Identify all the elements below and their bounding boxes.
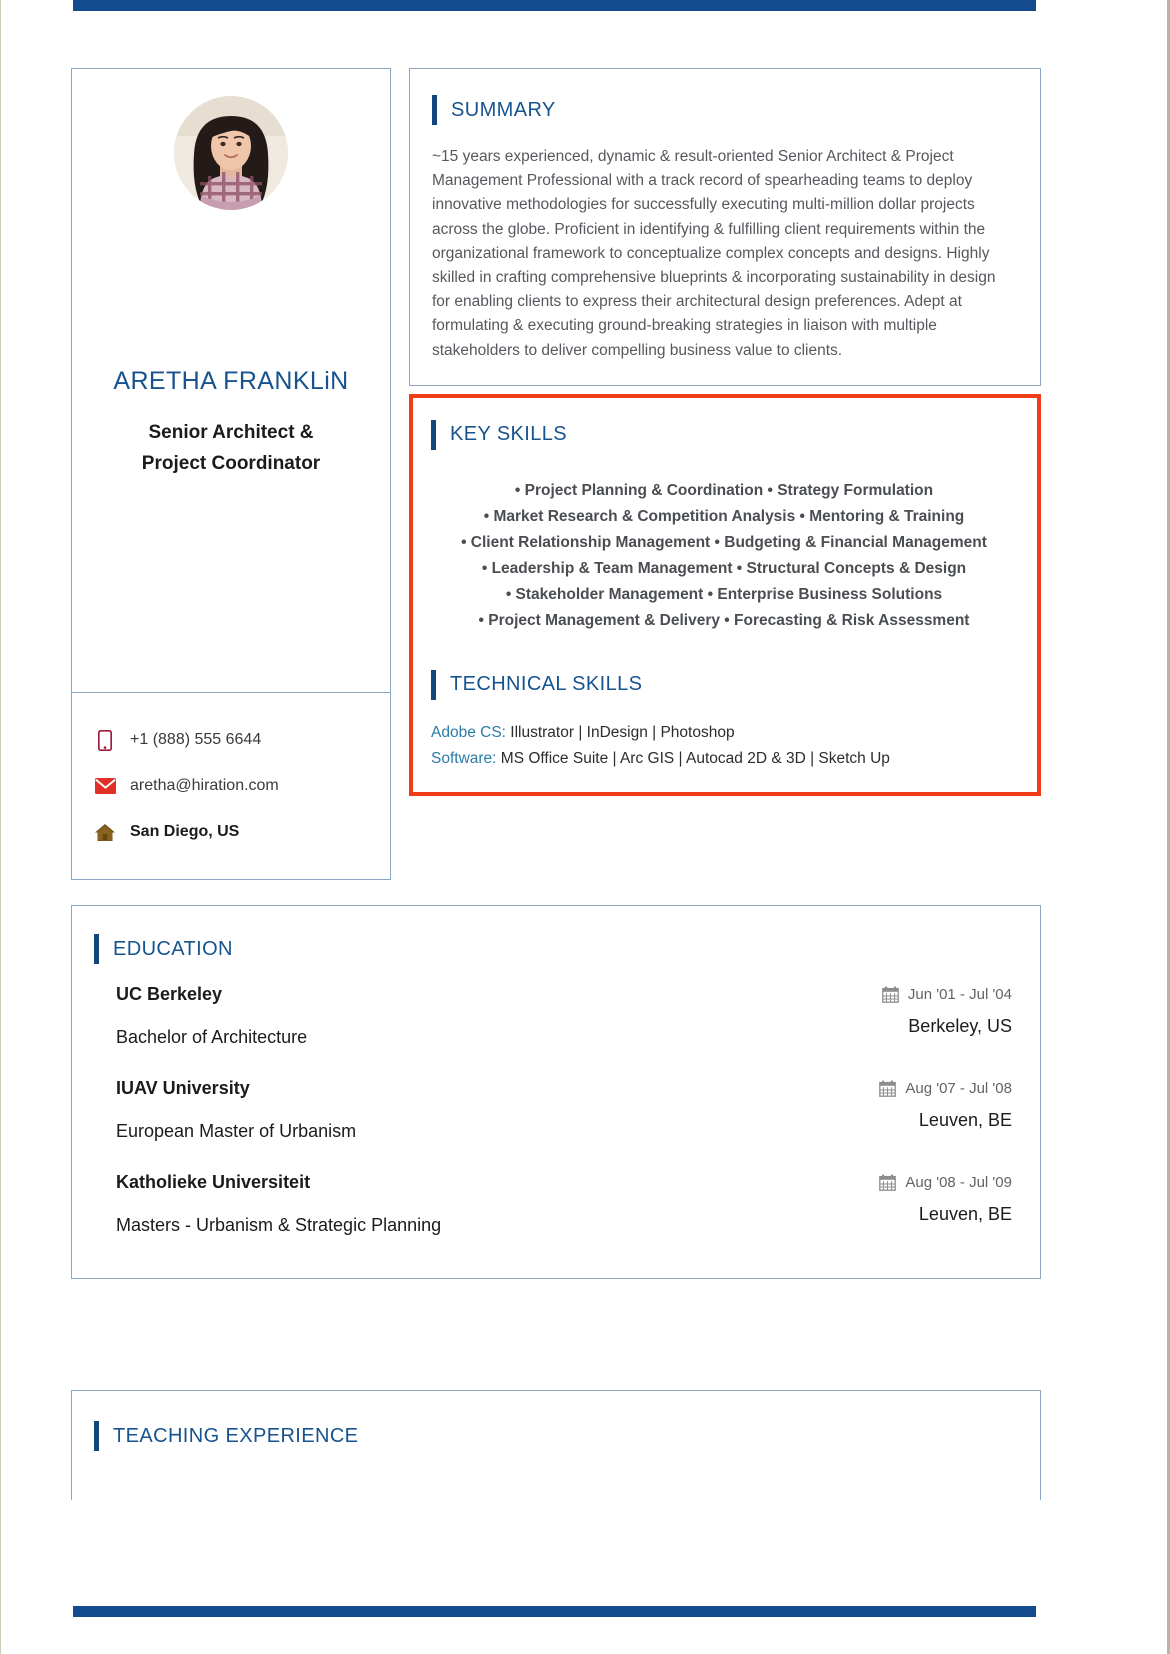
education-entry: UC Berkeley Jun '01 - Jul '04 Bachelor o… (94, 984, 1012, 1048)
contact-row-email[interactable]: aretha@hiration.com (94, 763, 390, 809)
section-accent-bar (431, 669, 436, 700)
job-title-line1: Senior Architect & (148, 422, 314, 443)
identity-card: ARETHA FRANKLiN Senior Architect & Proje… (71, 68, 391, 693)
calendar-icon (879, 1080, 897, 1097)
contact-row-phone[interactable]: +1 (888) 555 6644 (94, 717, 390, 763)
education-location: Leuven, BE (918, 1204, 1012, 1224)
section-accent-bar (431, 419, 436, 450)
photo-wrap (72, 69, 390, 210)
education-degree: Bachelor of Architecture (116, 1027, 308, 1047)
avatar (174, 96, 288, 210)
page-title: ARETHA FRANKLiN (113, 367, 349, 395)
mobile-phone-icon (94, 729, 116, 751)
education-location: Leuven, BE (918, 1110, 1012, 1130)
job-title-line2: Project Coordinator (141, 453, 321, 474)
technical-skills-heading-label: TECHNICAL SKILLS (450, 673, 643, 696)
key-skills-heading: KEY SKILLS (431, 419, 1017, 450)
education-date: Jun '01 - Jul '04 (882, 986, 1012, 1003)
technical-skills-value: MS Office Suite | Arc GIS | Autocad 2D &… (496, 749, 890, 767)
key-skills-line: • Stakeholder Management • Enterprise Bu… (505, 585, 943, 603)
phone-value: +1 (888) 555 6644 (130, 731, 262, 748)
key-skills-list: • Project Planning & Coordination • Stra… (431, 470, 1017, 638)
education-degree: European Master of Urbanism (116, 1121, 357, 1141)
key-skills-line: • Project Planning & Coordination • Stra… (514, 481, 934, 499)
key-skills-heading-label: KEY SKILLS (450, 423, 568, 446)
education-entry-header: UC Berkeley Jun '01 - Jul '04 (94, 984, 1012, 1005)
technical-skills-row: Adobe CS: Illustrator | InDesign | Photo… (431, 720, 1017, 746)
education-date: Aug '07 - Jul '08 (879, 1080, 1012, 1097)
teaching-heading: TEACHING EXPERIENCE (94, 1421, 1012, 1451)
education-entry-sub: Bachelor of Architecture Berkeley, US (94, 1005, 1012, 1048)
job-title: Senior Architect & Project Coordinator (72, 417, 390, 479)
technical-skills-row: Software: MS Office Suite | Arc GIS | Au… (431, 746, 1017, 772)
upper-section: ARETHA FRANKLiN Senior Architect & Proje… (71, 68, 1041, 880)
education-entry-sub: Masters - Urbanism & Strategic Planning … (94, 1193, 1012, 1236)
teaching-experience-card: TEACHING EXPERIENCE (71, 1390, 1041, 1500)
education-entry: IUAV University Aug '07 - Jul '08 Europe… (94, 1078, 1012, 1142)
profile-photo-icon (174, 96, 288, 210)
education-date-text: Aug '07 - Jul '08 (905, 1080, 1012, 1097)
resume-page: ARETHA FRANKLiN Senior Architect & Proje… (0, 0, 1170, 1654)
education-institution: UC Berkeley (116, 984, 223, 1004)
technical-skills-value: Illustrator | InDesign | Photoshop (505, 723, 735, 741)
key-skills-line: • Project Management & Delivery • Foreca… (478, 611, 970, 629)
education-degree: Masters - Urbanism & Strategic Planning (116, 1215, 442, 1235)
summary-card: SUMMARY ~15 years experienced, dynamic &… (409, 68, 1041, 386)
education-entry-header: IUAV University Aug '07 - Jul '08 (94, 1078, 1012, 1099)
section-accent-bar (94, 1421, 99, 1451)
section-accent-bar (94, 934, 99, 964)
skills-highlight-block: KEY SKILLS • Project Planning & Coordina… (409, 393, 1041, 796)
education-heading: EDUCATION (94, 934, 1012, 964)
education-date-text: Aug '08 - Jul '09 (905, 1174, 1012, 1191)
education-heading-label: EDUCATION (113, 937, 233, 960)
key-skills-line: • Client Relationship Management • Budge… (461, 533, 987, 551)
education-entry-sub: European Master of Urbanism Leuven, BE (94, 1099, 1012, 1142)
section-accent-bar (432, 95, 437, 125)
teaching-heading-label: TEACHING EXPERIENCE (113, 1424, 359, 1447)
key-skills-line: • Leadership & Team Management • Structu… (481, 559, 967, 577)
left-column: ARETHA FRANKLiN Senior Architect & Proje… (71, 68, 391, 880)
calendar-icon (879, 1174, 897, 1191)
calendar-icon (882, 986, 899, 1003)
email-envelope-icon (94, 778, 116, 794)
education-entry: Katholieke Universiteit Aug '08 - Jul '0… (94, 1172, 1012, 1236)
education-date: Aug '08 - Jul '09 (879, 1174, 1012, 1191)
bottom-accent-bar (73, 1606, 1036, 1617)
education-institution: Katholieke Universiteit (116, 1172, 311, 1192)
education-date-text: Jun '01 - Jul '04 (907, 986, 1012, 1003)
right-column: SUMMARY ~15 years experienced, dynamic &… (409, 68, 1041, 796)
contact-row-location[interactable]: San Diego, US (94, 809, 390, 855)
contact-card: +1 (888) 555 6644 aretha@hiration.com Sa… (71, 692, 391, 880)
education-institution: IUAV University (116, 1078, 250, 1098)
education-entry-header: Katholieke Universiteit Aug '08 - Jul '0… (94, 1172, 1012, 1193)
summary-text: ~15 years experienced, dynamic & result-… (432, 148, 996, 359)
summary-heading-label: SUMMARY (451, 98, 556, 121)
summary-heading: SUMMARY (432, 95, 1014, 125)
top-accent-bar (73, 0, 1036, 11)
home-location-icon (94, 823, 116, 842)
technical-skills-heading: TECHNICAL SKILLS (431, 669, 1017, 700)
technical-skills-label: Software: (431, 749, 497, 767)
education-location: Berkeley, US (908, 1016, 1012, 1036)
key-skills-line: • Market Research & Competition Analysis… (483, 507, 965, 525)
technical-skills-label: Adobe CS: (431, 723, 506, 741)
location-value: San Diego, US (130, 823, 240, 840)
email-value: aretha@hiration.com (130, 777, 279, 794)
education-card: EDUCATION UC Berkeley Jun '01 - Jul '04 (71, 905, 1041, 1279)
